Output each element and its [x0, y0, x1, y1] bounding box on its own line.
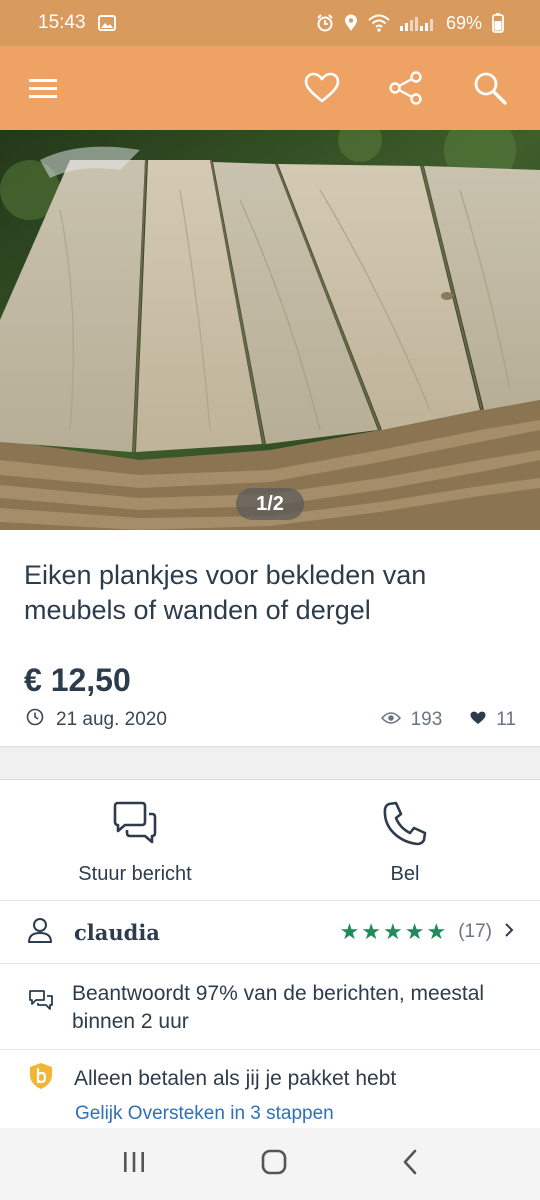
seller-row[interactable]: claudia ★★★★★ (17)	[0, 900, 540, 964]
contact-actions: Stuur bericht Bel	[0, 780, 540, 900]
listing-meta: 21 aug. 2020 193 11	[26, 706, 516, 734]
chat-bubbles-icon	[111, 800, 159, 851]
phone-icon	[381, 800, 429, 851]
system-nav-bar	[0, 1128, 540, 1200]
rating-count: (17)	[458, 921, 492, 942]
views-stat: 193	[380, 709, 443, 731]
battery-text: 69%	[445, 12, 482, 33]
heart-icon[interactable]	[298, 64, 346, 112]
battery-icon	[492, 13, 504, 33]
buyer-protection-link[interactable]: Gelijk Oversteken in 3 stappen	[75, 1103, 514, 1125]
signal-icon	[399, 15, 436, 31]
alarm-icon	[316, 14, 334, 32]
back-icon[interactable]	[401, 1149, 419, 1180]
wood-planks-image	[0, 130, 540, 530]
call-button[interactable]: Bel	[270, 780, 540, 900]
response-rate-row: Beantwoordt 97% van de berichten, meesta…	[0, 964, 540, 1050]
menu-icon[interactable]	[26, 64, 60, 112]
user-icon	[26, 916, 54, 949]
eye-icon	[380, 709, 401, 731]
listing-date: 21 aug. 2020	[26, 708, 167, 732]
status-bar: 15:43 69%	[0, 0, 540, 46]
status-time: 15:43	[38, 12, 86, 33]
section-divider	[0, 746, 540, 780]
location-icon	[344, 14, 358, 32]
image-icon	[97, 15, 116, 31]
share-icon[interactable]	[382, 64, 430, 112]
buyer-protection-text: Alleen betalen als jij je pakket hebt	[74, 1066, 397, 1090]
listing-price: € 12,50	[24, 662, 131, 698]
chevron-right-icon	[504, 922, 514, 943]
response-rate-text: Beantwoordt 97% van de berichten, meesta…	[72, 982, 485, 1033]
rating-stars: ★★★★★	[339, 919, 449, 944]
buyer-protection-row: Alleen betalen als jij je pakket hebt Ge…	[0, 1050, 540, 1128]
chat-response-icon	[28, 988, 54, 1017]
date-text: 21 aug. 2020	[56, 709, 167, 730]
seller-name: claudia	[74, 919, 160, 945]
favorites-count: 11	[496, 709, 516, 730]
home-icon[interactable]	[260, 1148, 288, 1181]
heart-small-icon	[470, 709, 486, 731]
views-count: 193	[410, 709, 443, 730]
status-right: 69%	[316, 13, 504, 34]
wifi-icon	[368, 14, 390, 32]
send-message-button[interactable]: Stuur bericht	[0, 780, 270, 900]
listing-photo[interactable]	[0, 130, 540, 530]
send-message-label: Stuur bericht	[78, 863, 192, 885]
photo-counter: 1/2	[236, 488, 304, 520]
search-icon[interactable]	[466, 64, 514, 112]
app-bar	[0, 46, 540, 130]
favorites-stat: 11	[470, 709, 516, 731]
shield-icon	[28, 1062, 54, 1095]
recent-apps-icon[interactable]	[121, 1150, 147, 1179]
call-label: Bel	[390, 863, 420, 885]
listing-title: Eiken plankjes voor bekleden van meubels…	[24, 560, 427, 625]
status-left: 15:43	[38, 12, 116, 34]
buyer-protection-line: Alleen betalen als jij je pakket hebt	[28, 1062, 514, 1095]
clock-icon	[26, 708, 44, 732]
